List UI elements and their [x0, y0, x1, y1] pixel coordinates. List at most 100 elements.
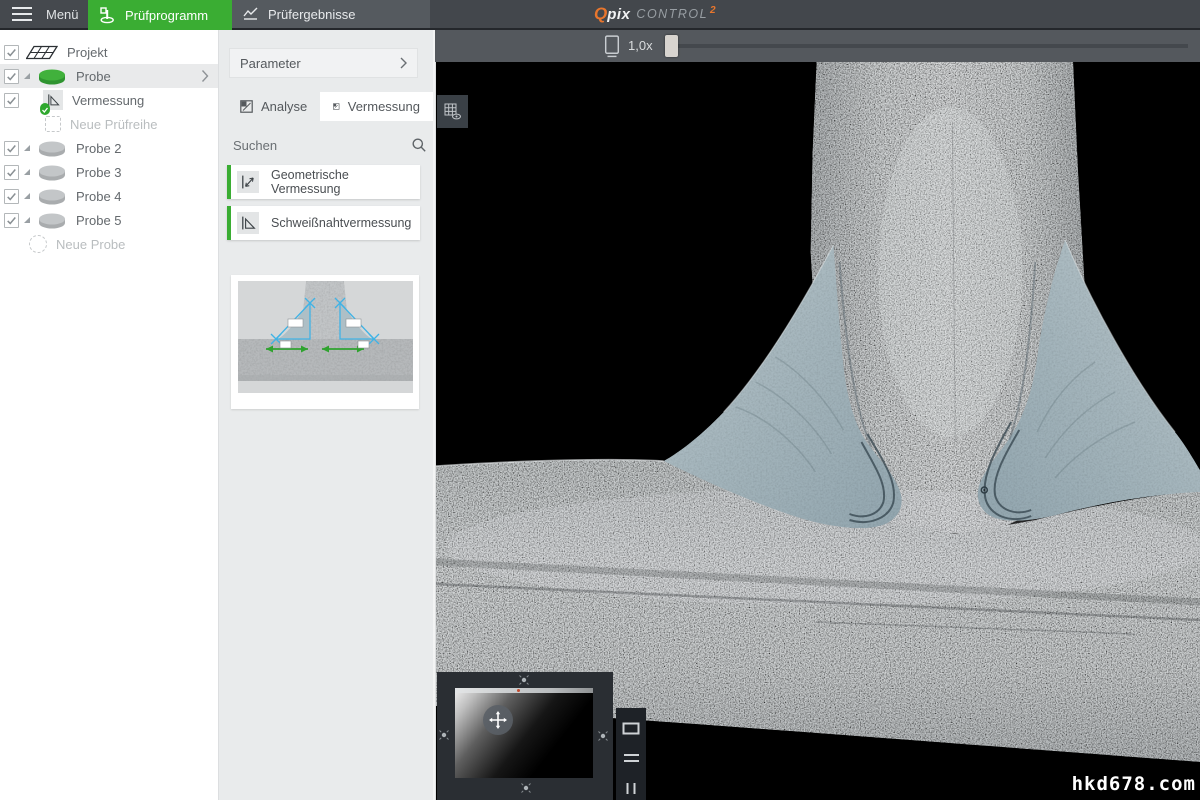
- view-rect-button[interactable]: [620, 720, 642, 736]
- tree-item-vermessung[interactable]: Vermessung: [0, 88, 218, 112]
- qpix-control-window: Menü Prüfprogramm Prüfergebnisse Qpix CO…: [0, 0, 1200, 800]
- zoom-slider[interactable]: [666, 44, 1188, 48]
- navigator-handle-top[interactable]: [518, 674, 530, 686]
- tree-item-neue-probe[interactable]: Neue Probe: [0, 232, 218, 256]
- viewer-toolbar: 1,0x: [435, 30, 1200, 62]
- weld-measurement-thumbnail[interactable]: [231, 275, 419, 409]
- checkbox-checked[interactable]: [4, 165, 19, 180]
- logo-mark: 2: [710, 5, 716, 16]
- tree-item-label: Neue Probe: [56, 237, 125, 252]
- expander-icon[interactable]: [24, 169, 30, 175]
- new-probe-placeholder-icon: [29, 235, 47, 253]
- tool-schweissnahtvermessung[interactable]: Schweißnahtvermessung: [227, 206, 420, 240]
- expander-icon[interactable]: [24, 193, 30, 199]
- project-grid-icon: [26, 45, 58, 60]
- zoom-level-label: 1,0x: [628, 38, 653, 53]
- measurement-panel: Parameter Analyse Vermessun: [219, 30, 435, 800]
- parameter-label: Parameter: [240, 56, 301, 71]
- tree-item-label: Vermessung: [72, 93, 144, 108]
- zoom-slider-handle[interactable]: [665, 35, 678, 57]
- expander-icon[interactable]: [24, 217, 30, 223]
- watermark: hkd678.com: [1072, 773, 1196, 795]
- tree-item-probe-5[interactable]: Probe 5: [0, 208, 218, 232]
- image-viewer: 1,0x: [435, 30, 1200, 800]
- measurement-ruler-icon: [43, 90, 63, 110]
- tab-vermessung-label: Vermessung: [348, 99, 420, 114]
- chevron-right-icon: [400, 57, 407, 69]
- checkbox-checked[interactable]: [4, 45, 19, 60]
- minimap-marker-dot: [517, 689, 520, 692]
- probe-disc-icon: [37, 68, 67, 85]
- checkbox-checked[interactable]: [4, 213, 19, 228]
- checkbox-checked[interactable]: [4, 141, 19, 156]
- navigator-handle-left[interactable]: [438, 729, 450, 741]
- vertical-bars-button[interactable]: [620, 780, 642, 796]
- tree-item-probe[interactable]: Probe: [0, 64, 218, 88]
- analyse-tab-icon: [240, 100, 253, 113]
- angle-ruler-icon: [237, 212, 259, 234]
- panel-tabs: Analyse Vermessung: [227, 92, 433, 121]
- checkbox-checked[interactable]: [4, 93, 19, 108]
- probe-disc-icon: [37, 188, 67, 205]
- tree-item-neue-pruefreihe[interactable]: Neue Prüfreihe: [0, 112, 218, 136]
- tab-pruefergebnisse-label: Prüfergebnisse: [268, 7, 355, 22]
- menu-label: Menü: [46, 7, 79, 22]
- distance-measure-icon: [237, 171, 259, 193]
- sample-stand-icon: [98, 6, 116, 24]
- tree-item-label: Probe 4: [76, 189, 122, 204]
- expander-icon[interactable]: [24, 145, 30, 151]
- vermessung-tab-icon: [333, 100, 339, 113]
- tab-analyse-label: Analyse: [261, 99, 307, 114]
- navigator-handle-bottom[interactable]: [520, 782, 532, 794]
- move-icon: [488, 710, 508, 730]
- navigator-panel: [437, 672, 613, 800]
- logo-control: CONTROL: [636, 7, 708, 21]
- tab-pruefergebnisse[interactable]: Prüfergebnisse: [232, 0, 430, 28]
- double-lines-icon: [623, 752, 640, 764]
- tab-pruefprogramm[interactable]: Prüfprogramm: [88, 0, 232, 30]
- tree-item-probe-2[interactable]: Probe 2: [0, 136, 218, 160]
- horizontal-lines-button[interactable]: [620, 750, 642, 766]
- expander-icon[interactable]: [24, 73, 30, 79]
- pan-button[interactable]: [483, 705, 513, 735]
- grid-toggle-button[interactable]: [437, 95, 468, 128]
- search-input[interactable]: [231, 137, 411, 154]
- tree-item-label: Probe 3: [76, 165, 122, 180]
- tree-item-probe-4[interactable]: Probe 4: [0, 184, 218, 208]
- logo-pix: pix: [607, 6, 630, 23]
- search-icon[interactable]: [411, 137, 427, 153]
- weld-thumbnail-image: [238, 281, 413, 393]
- menu-button[interactable]: Menü: [0, 0, 88, 28]
- tab-vermessung[interactable]: Vermessung: [320, 92, 433, 121]
- project-tree: Projekt Probe: [0, 40, 218, 256]
- project-tree-sidebar: Projekt Probe: [0, 30, 219, 800]
- top-bar: Menü Prüfprogramm Prüfergebnisse Qpix CO…: [0, 0, 1200, 30]
- tool-geometrische-vermessung[interactable]: Geometrische Vermessung: [227, 165, 420, 199]
- new-item-placeholder-icon: [45, 116, 61, 132]
- tree-item-projekt[interactable]: Projekt: [0, 40, 218, 64]
- fit-page-icon[interactable]: [603, 34, 621, 59]
- checkbox-checked[interactable]: [4, 189, 19, 204]
- navigator-minimap[interactable]: [455, 688, 593, 778]
- parameter-header[interactable]: Parameter: [229, 48, 418, 78]
- probe-disc-icon: [37, 164, 67, 181]
- search-row: [231, 130, 421, 160]
- checkbox-checked[interactable]: [4, 69, 19, 84]
- probe-disc-icon: [37, 140, 67, 157]
- grid-eye-icon: [443, 102, 462, 121]
- tool-label: Schweißnahtvermessung: [271, 216, 411, 230]
- chevron-right-icon: [201, 69, 209, 83]
- tree-item-label: Probe 2: [76, 141, 122, 156]
- tab-pruefprogramm-label: Prüfprogramm: [125, 8, 208, 23]
- rectangle-icon: [622, 722, 640, 735]
- tab-analyse[interactable]: Analyse: [227, 92, 320, 121]
- viewer-canvas[interactable]: hkd678.com: [435, 62, 1200, 800]
- navigator-handle-right[interactable]: [597, 730, 609, 742]
- tree-item-label: Neue Prüfreihe: [70, 117, 157, 132]
- tree-item-label: Projekt: [67, 45, 107, 60]
- logo-q: Q: [594, 4, 607, 24]
- tree-item-probe-3[interactable]: Probe 3: [0, 160, 218, 184]
- tree-item-label: Probe: [76, 69, 111, 84]
- double-bars-icon: [624, 782, 638, 795]
- probe-disc-icon: [37, 212, 67, 229]
